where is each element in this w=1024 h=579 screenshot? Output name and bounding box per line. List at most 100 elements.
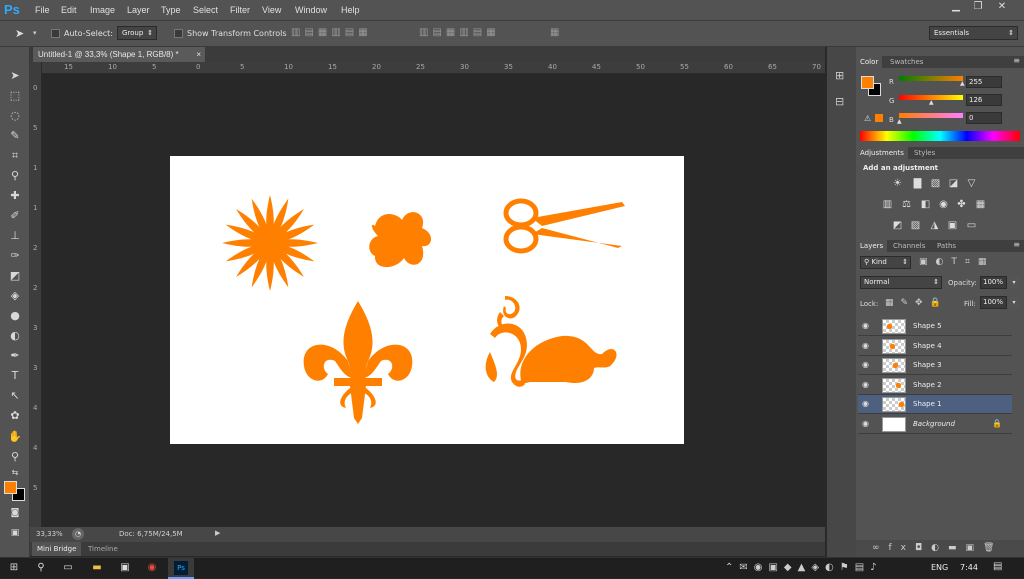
tool-preset-dropdown-icon[interactable]: ▾ [33, 29, 37, 37]
brush-tool-icon[interactable]: ✐ [7, 209, 23, 223]
foreground-color-swatch[interactable] [4, 481, 17, 494]
align-icons-group[interactable]: ▥▤▦▥▤▦ [291, 27, 372, 38]
layer-row[interactable]: ◉ Shape 2 [858, 376, 1012, 395]
crop-tool-icon[interactable]: ⌗ [7, 149, 23, 163]
layer-footer-icons[interactable]: ∞fx◘◐▬▣🗑 [872, 543, 1003, 553]
color-fg-swatch[interactable] [861, 76, 874, 89]
workspace-dropdown[interactable]: Essentials ⇕ [929, 26, 1018, 40]
pen-tool-icon[interactable]: ✒ [7, 349, 23, 363]
gamut-swatch[interactable] [875, 114, 883, 122]
restore-button[interactable]: ❐ [966, 0, 990, 16]
chrome-icon[interactable]: ◉ [145, 561, 159, 575]
hand-tool-icon[interactable]: ✋ [7, 430, 23, 444]
layer-row[interactable]: ◉ Shape 5 [858, 317, 1012, 336]
eye-icon[interactable]: ◉ [862, 380, 872, 390]
photoshop-taskbar-icon[interactable]: Ps [168, 558, 194, 579]
gradient-map-icon[interactable]: ▭ [965, 220, 978, 231]
menu-edit[interactable]: Edit [61, 5, 77, 15]
auto-align-icon[interactable]: ▦ [550, 27, 559, 38]
zoom-tool-icon[interactable]: ⚲ [7, 450, 23, 464]
hue-saturation-icon[interactable]: ▥ [881, 199, 894, 210]
panel-menu-icon[interactable]: ≡ [1013, 56, 1020, 65]
vibrance-icon[interactable]: ▽ [965, 178, 978, 189]
b-slider-thumb-icon[interactable]: ▲ [897, 118, 902, 125]
screen-mode-icon[interactable]: ▣ [7, 526, 23, 540]
paint-bucket-icon[interactable]: ◈ [7, 289, 23, 303]
black-white-icon[interactable]: ◧ [919, 199, 932, 210]
menu-view[interactable]: View [262, 5, 281, 15]
quick-select-tool-icon[interactable]: ✎ [7, 129, 23, 143]
show-transform-checkbox[interactable] [174, 29, 183, 38]
history-brush-icon[interactable]: ✑ [7, 249, 23, 263]
language-indicator[interactable]: ENG [931, 563, 948, 572]
lock-icons[interactable]: ▦✎✥🔒 [885, 298, 948, 308]
custom-shape-tool-icon[interactable]: ✿ [7, 409, 23, 423]
r-slider-thumb-icon[interactable]: ▲ [960, 80, 965, 87]
layer-filter-icons[interactable]: ▣◐T⌗▦ [919, 257, 994, 267]
path-select-icon[interactable]: ↖ [7, 389, 23, 403]
levels-icon[interactable]: ▇ [911, 178, 924, 189]
close-tab-icon[interactable]: × [196, 47, 201, 62]
layer-row[interactable]: ◉ Background 🔒 [858, 415, 1012, 434]
b-value-field[interactable]: 0 [966, 112, 1002, 124]
fill-dropdown-arrow-icon[interactable]: ▾ [1009, 297, 1019, 309]
type-tool-icon[interactable]: T [7, 369, 23, 383]
menu-filter[interactable]: Filter [230, 5, 250, 15]
layer-row-selected[interactable]: ◉ Shape 1 [858, 395, 1012, 414]
posterize-icon[interactable]: ▨ [909, 220, 922, 231]
blend-mode-dropdown[interactable]: Normal ⇕ [860, 276, 942, 289]
document-canvas[interactable] [170, 156, 684, 444]
tab-swatches[interactable]: Swatches [886, 56, 927, 68]
minimize-button[interactable]: ▁ [944, 0, 968, 16]
notification-icon[interactable]: ▤ [993, 561, 1002, 572]
r-value-field[interactable]: 255 [966, 76, 1002, 88]
auto-select-checkbox[interactable] [51, 29, 60, 38]
menu-layer[interactable]: Layer [127, 5, 150, 15]
r-slider[interactable] [899, 76, 963, 81]
layer-row[interactable]: ◉ Shape 4 [858, 337, 1012, 356]
close-window-button[interactable]: ✕ [990, 0, 1014, 16]
tab-adjustments[interactable]: Adjustments [856, 147, 908, 159]
distribute-icons-group[interactable]: ▥▤▦▥▤▦ [419, 27, 500, 38]
fleur-de-lis-shape[interactable] [303, 301, 413, 424]
opacity-field[interactable]: 100% [980, 276, 1007, 289]
tab-mini-bridge[interactable]: Mini Bridge [32, 542, 82, 556]
document-tab[interactable]: Untitled-1 @ 33,3% (Shape 1, RGB/8) * × [33, 47, 205, 62]
brightness-contrast-icon[interactable]: ☀ [891, 178, 904, 189]
lasso-tool-icon[interactable]: ◌ [7, 109, 23, 123]
tab-paths[interactable]: Paths [933, 240, 960, 252]
store-icon[interactable]: ▣ [118, 561, 132, 575]
eye-icon[interactable]: ◉ [862, 419, 872, 429]
move-tool-icon[interactable]: ➤ [15, 27, 24, 40]
panel-menu-icon[interactable]: ≡ [1013, 240, 1020, 249]
clone-stamp-icon[interactable]: ⊥ [7, 229, 23, 243]
menu-window[interactable]: Window [295, 5, 327, 15]
menu-select[interactable]: Select [193, 5, 218, 15]
tab-color[interactable]: Color [856, 56, 883, 68]
fill-field[interactable]: 100% [980, 296, 1007, 309]
curves-icon[interactable]: ▧ [929, 178, 942, 189]
layer-filter-dropdown[interactable]: ⚲ Kind ⇕ [860, 256, 911, 269]
system-tray-icons[interactable]: ⌃✉◉▣◆▲◈◐⚑▤♪ [725, 562, 883, 573]
scissors-shape[interactable] [503, 198, 625, 254]
layer-row[interactable]: ◉ Shape 3 [858, 356, 1012, 375]
zoom-level[interactable]: 33,33% [36, 530, 63, 538]
menu-type[interactable]: Type [161, 5, 181, 15]
color-spectrum-ramp[interactable] [860, 131, 1020, 141]
menu-image[interactable]: Image [90, 5, 115, 15]
flower-shape[interactable] [222, 195, 318, 291]
quick-mask-icon[interactable]: ◙ [7, 506, 23, 520]
horizontal-ruler[interactable]: 15 10 5 0 5 10 15 20 25 30 35 40 45 50 55 60 65 70 [42, 62, 825, 74]
tab-layers[interactable]: Layers [856, 240, 888, 252]
auto-select-dropdown[interactable]: Group ⇕ [117, 26, 157, 40]
eye-icon[interactable]: ◉ [862, 321, 872, 331]
clock[interactable]: 7:44 [960, 563, 978, 572]
swap-colors-icon[interactable]: ⇆ [7, 466, 23, 480]
marquee-tool-icon[interactable]: ⬚ [7, 89, 23, 103]
eye-icon[interactable]: ◉ [862, 360, 872, 370]
threshold-icon[interactable]: ◮ [928, 220, 941, 231]
exposure-icon[interactable]: ◪ [947, 178, 960, 189]
dodge-tool-icon[interactable]: ◐ [7, 329, 23, 343]
menu-help[interactable]: Help [341, 5, 360, 15]
properties-panel-icon[interactable]: ⊟ [835, 95, 844, 108]
